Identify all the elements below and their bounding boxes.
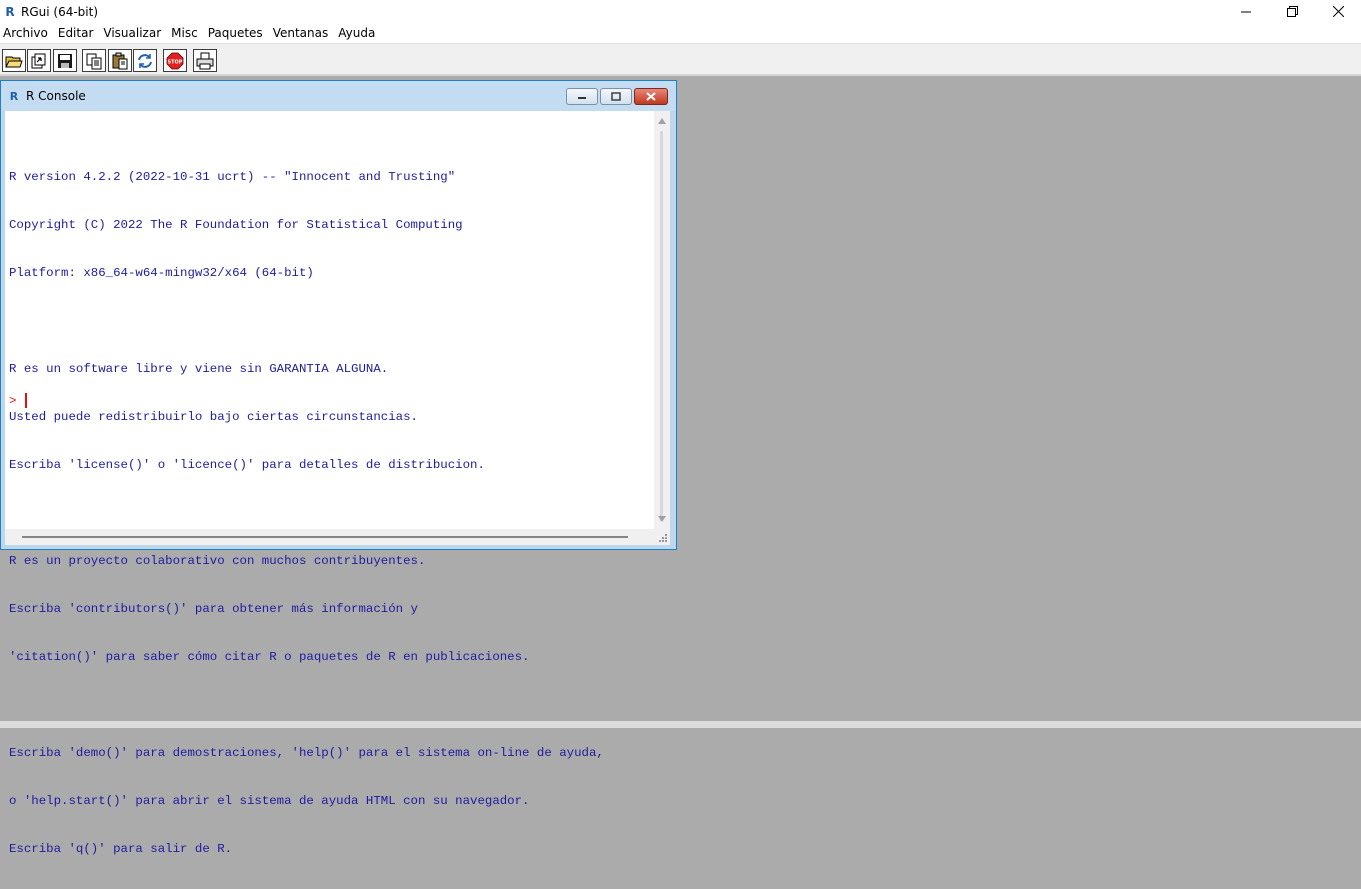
stop-button[interactable]: STOP [163,49,187,72]
save-button[interactable] [53,49,77,72]
r-console-output[interactable]: R version 4.2.2 (2022-10-31 ucrt) -- "In… [5,111,670,856]
menu-archivo[interactable]: Archivo [0,23,55,43]
vertical-scrollbar[interactable] [654,111,670,529]
close-icon [646,92,656,101]
r-console-window[interactable]: R R Console R version 4.2.2 (2022-10-31 … [0,80,677,856]
console-line: R es un proyecto colaborativo con muchos… [9,554,426,568]
console-line: Usted puede redistribuirlo bajo ciertas … [9,410,418,424]
mdi-workspace: R R Console R version 4.2.2 (2022-10-31 … [0,76,1361,856]
resize-grip-icon[interactable] [658,533,668,543]
restore-icon [1286,6,1298,17]
menu-ayuda[interactable]: Ayuda [335,23,382,43]
minimize-button[interactable] [1223,0,1269,23]
maximize-icon [611,92,621,101]
minimize-icon [1241,11,1251,12]
svg-text:STOP: STOP [168,59,183,65]
menu-bar: Archivo Editar Visualizar Misc Paquetes … [0,23,1361,43]
console-line: o 'help.start()' para abrir el sistema d… [9,794,530,808]
console-close-button[interactable] [634,88,668,105]
minimize-icon [578,96,586,99]
menu-visualizar[interactable]: Visualizar [100,23,168,43]
open-folder-icon [5,56,23,67]
horizontal-scrollbar[interactable] [5,529,670,545]
console-line: Escriba 'demo()' para demostraciones, 'h… [9,746,604,760]
menu-paquetes[interactable]: Paquetes [205,23,270,43]
console-line: Escriba 'license()' o 'licence()' para d… [9,458,485,472]
text-caret[interactable] [25,393,27,408]
console-line: R version 4.2.2 (2022-10-31 ucrt) -- "In… [9,170,456,184]
console-maximize-button[interactable] [600,88,632,105]
console-prompt: > [9,394,17,408]
copy-icon [86,53,102,69]
copy-button[interactable] [82,49,106,72]
scroll-down-icon[interactable] [658,516,666,522]
console-line: R es un software libre y viene sin GARAN… [9,362,389,376]
console-line: Escriba 'q()' para salir de R. [9,842,233,856]
scroll-up-icon[interactable] [658,118,666,124]
console-line: 'citation()' para saber cómo citar R o p… [9,650,530,664]
menu-editar[interactable]: Editar [55,23,101,43]
r-console-title: R Console [26,89,86,103]
refresh-icon [138,53,152,68]
restore-button[interactable] [1269,0,1315,23]
r-logo-icon: R [9,89,19,103]
r-console-controls [566,88,668,105]
console-minimize-button[interactable] [566,88,598,105]
scroll-thumb[interactable] [22,536,628,538]
r-console-title-bar[interactable]: R R Console [1,81,676,111]
open-script-button[interactable] [2,49,26,72]
close-button[interactable] [1315,0,1361,23]
scroll-thumb[interactable] [660,131,663,521]
print-button[interactable] [193,49,217,72]
window-controls [1223,0,1361,23]
console-text: R version 4.2.2 (2022-10-31 ucrt) -- "In… [9,137,604,889]
menu-misc[interactable]: Misc [168,23,205,43]
toolbar: STOP [0,43,1361,76]
print-icon [196,52,214,69]
copy-paste-button[interactable] [133,49,157,72]
stop-icon: STOP [166,52,184,69]
paste-icon [112,52,128,69]
console-line: Escriba 'contributors()' para obtener má… [9,602,418,616]
status-strip [0,721,1361,728]
app-title: RGui (64-bit) [21,4,99,19]
close-icon [1332,6,1344,17]
load-workspace-button[interactable] [27,49,51,72]
load-workspace-icon [31,53,46,68]
r-logo-icon: R [5,4,15,19]
menu-ventanas[interactable]: Ventanas [270,23,336,43]
paste-button[interactable] [108,49,132,72]
console-line: Copyright (C) 2022 The R Foundation for … [9,218,463,232]
app-title-bar[interactable]: R RGui (64-bit) [0,0,1361,23]
console-line: Platform: x86_64-w64-mingw32/x64 (64-bit… [9,266,314,280]
save-icon [58,53,72,68]
